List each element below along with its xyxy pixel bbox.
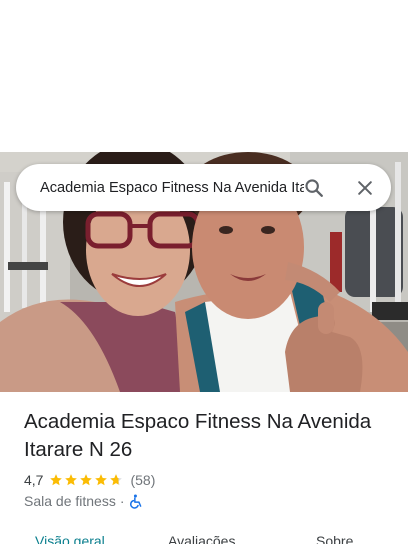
tab-reviews[interactable]: Avaliações [168,532,235,544]
wheelchair-icon [129,494,141,509]
place-details-panel: Academia Espaco Fitness Na Avenida Itara… [0,0,408,544]
star-icon [95,474,108,486]
search-bar[interactable]: Academia Espaco Fitness Na Avenida Itara… [16,164,391,211]
star-icon [80,474,93,486]
tab-overview[interactable]: Visão geral [35,532,105,544]
star-icon [65,474,78,486]
place-category[interactable]: Sala de fitness [24,493,116,509]
rating-stars [49,473,124,487]
search-icon [305,179,323,197]
close-icon [358,181,372,195]
search-button[interactable] [299,173,329,203]
star-icon [50,474,63,486]
category-row: Sala de fitness · [24,491,143,511]
place-tabs: Visão geral Avaliações Sobre [0,524,408,544]
clear-search-button[interactable] [350,173,380,203]
separator-dot: · [119,493,125,509]
tab-about[interactable]: Sobre [316,532,353,544]
place-title: Academia Espaco Fitness Na Avenida Itara… [24,410,372,461]
review-count[interactable]: (58) [130,472,155,488]
search-input[interactable]: Academia Espaco Fitness Na Avenida Itara… [40,178,304,198]
star-icon [110,474,123,486]
rating-row[interactable]: 4,7 (58) [24,470,155,490]
rating-value: 4,7 [24,472,44,488]
